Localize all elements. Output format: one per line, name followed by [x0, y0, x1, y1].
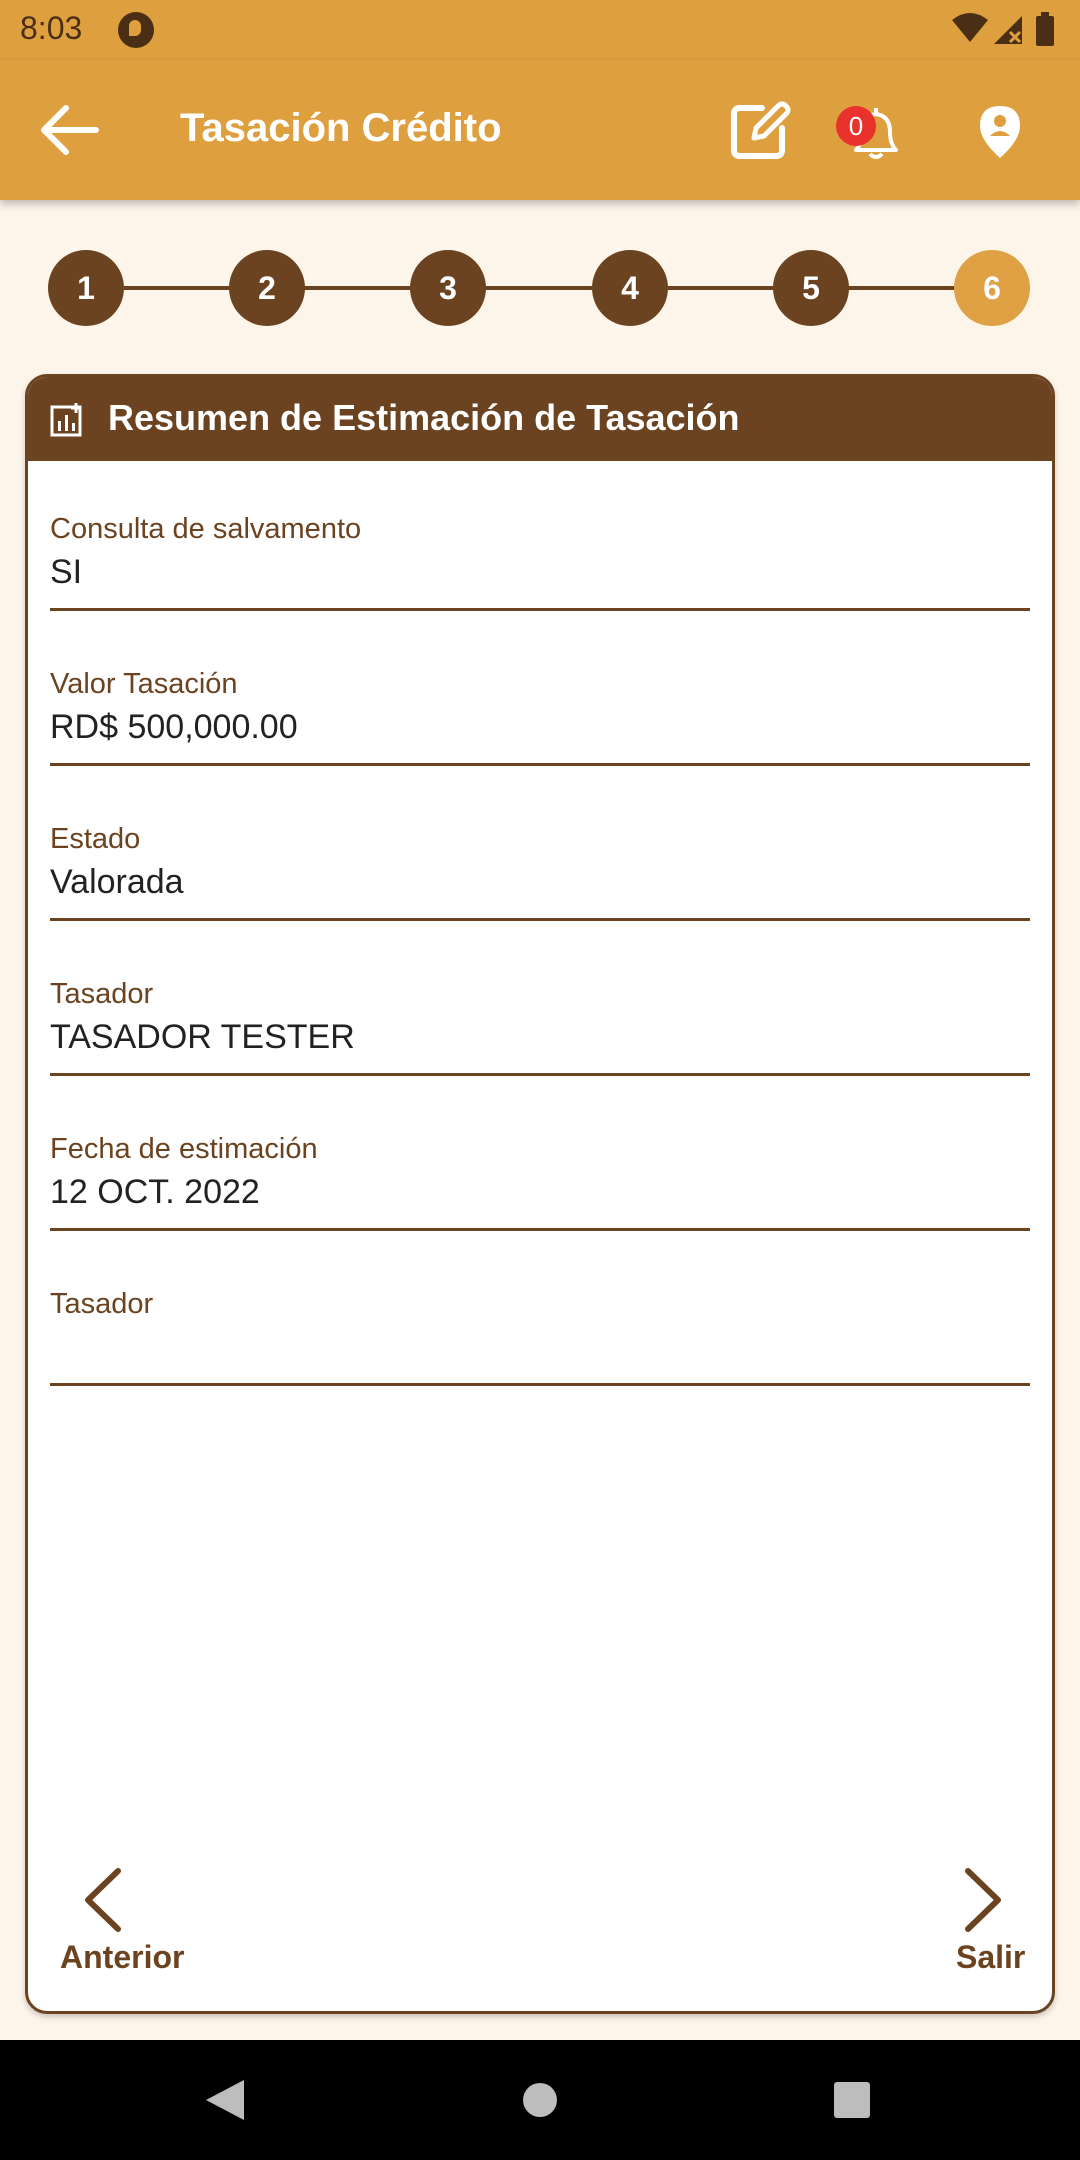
field-label: Valor Tasación	[50, 668, 238, 700]
step-4[interactable]: 4	[592, 250, 668, 326]
notifications-button[interactable]: 0	[836, 100, 910, 164]
field-label: Tasador	[50, 1288, 154, 1320]
system-navigation-bar	[0, 2040, 1080, 2160]
card-header: Resumen de Estimación de Tasación	[28, 377, 1052, 461]
field-value: RD$ 500,000.00	[50, 708, 298, 746]
location-pin-icon[interactable]	[978, 104, 1022, 160]
card-title: Resumen de Estimación de Tasación	[108, 397, 740, 438]
field-value: 12 OCT. 2022	[50, 1173, 260, 1211]
field-appraiser: Tasador TASADOR TESTER	[50, 956, 1030, 1076]
field-value: Valorada	[50, 863, 184, 901]
recents-square-icon	[834, 2082, 870, 2118]
step-indicator: 1 2 3 4 5 6	[0, 248, 1080, 328]
field-label: Consulta de salvamento	[50, 513, 362, 545]
field-value: TASADOR TESTER	[50, 1018, 355, 1056]
field-label: Estado	[50, 823, 141, 855]
notification-badge: 0	[836, 106, 876, 146]
back-arrow-icon[interactable]	[40, 104, 100, 156]
step-2[interactable]: 2	[229, 250, 305, 326]
field-label: Tasador	[50, 978, 154, 1010]
app-notification-icon	[118, 12, 154, 48]
previous-button[interactable]: Anterior	[50, 1867, 190, 1987]
signal-icon	[994, 16, 1022, 44]
home-circle-icon	[523, 2083, 557, 2117]
field-salvage-check: Consulta de salvamento SI	[50, 491, 1030, 611]
step-6[interactable]: 6	[954, 250, 1030, 326]
status-time: 8:03	[20, 10, 83, 46]
page-title: Tasación Crédito	[180, 106, 502, 150]
step-5[interactable]: 5	[773, 250, 849, 326]
battery-icon	[1036, 12, 1054, 46]
exit-button[interactable]: Salir	[908, 1867, 1048, 1987]
previous-label: Anterior	[60, 1939, 185, 1975]
field-value: SI	[50, 553, 83, 591]
back-triangle-icon	[206, 2080, 244, 2120]
step-3[interactable]: 3	[410, 250, 486, 326]
status-bar: 8:03	[0, 0, 1080, 60]
exit-label: Salir	[956, 1939, 1026, 1975]
chevron-right-icon	[965, 1868, 1001, 1932]
field-estimate-date: Fecha de estimación 12 OCT. 2022	[50, 1111, 1030, 1231]
field-label: Fecha de estimación	[50, 1133, 318, 1165]
field-appraisal-value: Valor Tasación RD$ 500,000.00	[50, 646, 1030, 766]
wifi-icon	[952, 13, 988, 42]
field-appraiser-2: Tasador	[50, 1266, 1030, 1386]
app-bar: Tasación Crédito 0	[0, 60, 1080, 200]
summary-card: Resumen de Estimación de Tasación Consul…	[25, 374, 1055, 2014]
report-chart-icon	[50, 403, 82, 437]
field-status: Estado Valorada	[50, 801, 1030, 921]
edit-icon[interactable]	[728, 98, 792, 162]
step-1[interactable]: 1	[48, 250, 124, 326]
chevron-left-icon	[85, 1868, 121, 1932]
step-connector	[86, 286, 992, 290]
system-nav-icons	[206, 2080, 870, 2120]
status-icons	[952, 12, 1054, 46]
